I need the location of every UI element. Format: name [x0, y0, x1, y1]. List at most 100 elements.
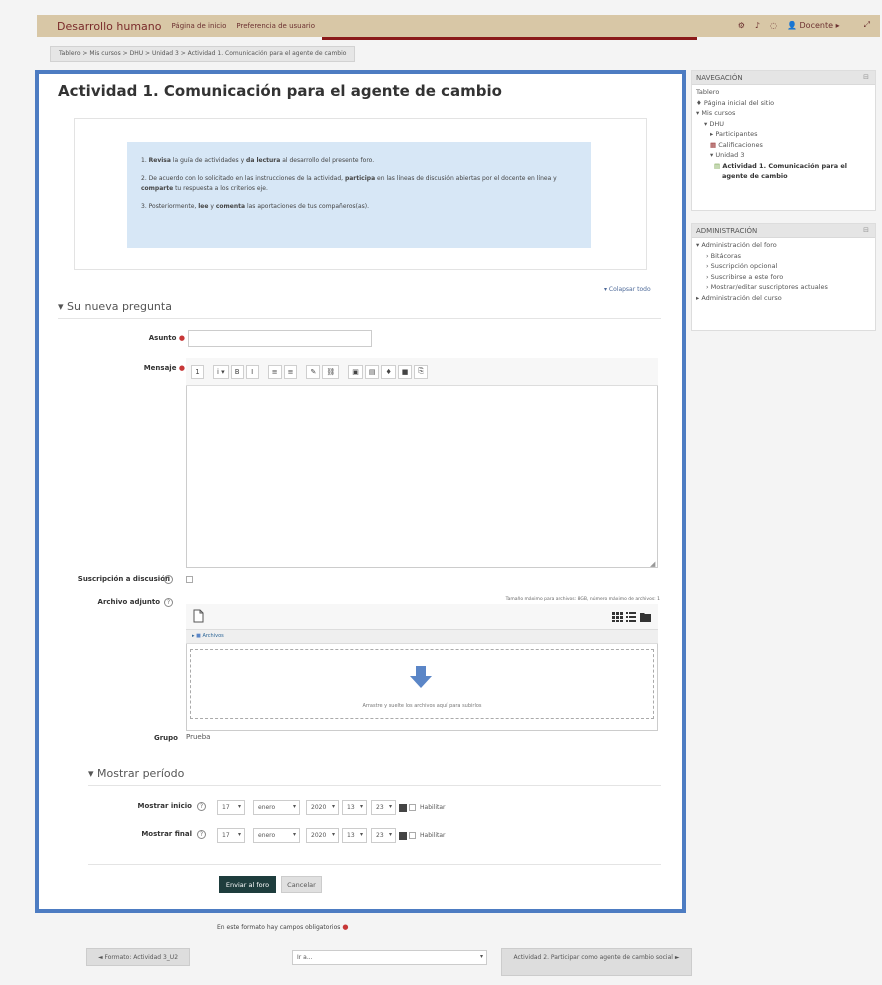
nav-current-activity[interactable]: ▤ Actividad 1. Comunicación para el agen…: [696, 161, 871, 182]
nav-my-courses[interactable]: ▾ Mis cursos: [696, 108, 871, 119]
folder-view-icon[interactable]: [640, 613, 651, 622]
start-enable-checkbox[interactable]: [409, 804, 416, 811]
admin-logs[interactable]: › Bitácoras: [696, 251, 871, 262]
start-hour-select[interactable]: 13: [342, 800, 367, 815]
group-label: Grupo: [153, 734, 178, 742]
section-period-header[interactable]: ▾ Mostrar período: [88, 767, 184, 780]
start-month-select[interactable]: enero: [253, 800, 300, 815]
divider: [88, 864, 661, 865]
chat-icon[interactable]: ◌: [770, 21, 777, 30]
record-video-button[interactable]: ■: [397, 364, 413, 379]
nav-course-dhu[interactable]: ▾ DHU: [696, 119, 871, 130]
end-minute-select[interactable]: 23: [371, 828, 396, 843]
user-menu[interactable]: 👤 Docente ▸: [787, 21, 840, 30]
admin-subscribe[interactable]: › Suscribirse a este foro: [696, 272, 871, 283]
record-audio-button[interactable]: ♦: [381, 364, 396, 379]
fullscreen-icon[interactable]: ⤢: [864, 20, 870, 30]
nav-link-home[interactable]: Página de inicio: [172, 22, 227, 30]
start-label: Mostrar inicio: [137, 802, 193, 810]
navigation-block: NAVEGACIÓN ⊟ Tablero ♦ Página inicial de…: [691, 70, 876, 211]
italic-button[interactable]: I: [245, 364, 259, 379]
breadcrumb[interactable]: Tablero > Mis cursos > DHU > Unidad 3 > …: [50, 46, 356, 62]
admin-subscribers[interactable]: › Mostrar/editar suscriptores actuales: [696, 282, 871, 293]
admin-forum[interactable]: ▾ Administración del foro: [696, 240, 871, 251]
help-icon[interactable]: ?: [164, 575, 173, 584]
start-enable-label: Habilitar: [420, 804, 446, 811]
start-year-select[interactable]: 2020: [306, 800, 339, 815]
file-picker-toolbar: [186, 604, 658, 630]
end-enable-label: Habilitar: [420, 832, 446, 839]
folder-icon: ■: [196, 633, 201, 639]
nav-grades[interactable]: ▦ Calificaciones: [696, 140, 871, 151]
instruction-1: 1. Revisa la guía de actividades y da le…: [141, 157, 375, 164]
next-activity-button[interactable]: Actividad 2. Participar como agente de c…: [501, 948, 692, 976]
file-limits-text: Tamaño máximo para archivos: 8GB, número…: [505, 597, 660, 602]
group-value: Prueba: [186, 733, 211, 741]
section-question-header[interactable]: ▾ Su nueva pregunta: [58, 300, 172, 313]
help-icon[interactable]: ?: [197, 802, 206, 811]
required-icon: ●: [342, 923, 349, 931]
grid-view-icon[interactable]: [612, 612, 623, 622]
end-hour-select[interactable]: 13: [342, 828, 367, 843]
nav-tablero[interactable]: Tablero: [696, 87, 871, 98]
media-button[interactable]: ▤: [364, 364, 380, 379]
end-year-select[interactable]: 2020: [306, 828, 339, 843]
unlink-button[interactable]: ⛓: [322, 364, 340, 379]
navbar-right: ⚙ ♪ ◌ 👤 Docente ▸ ⤢: [738, 20, 870, 30]
nav-site-home[interactable]: ♦ Página inicial del sitio: [696, 98, 871, 109]
cancel-button[interactable]: Cancelar: [281, 876, 322, 893]
gear-icon[interactable]: ⚙: [738, 21, 745, 30]
accent-line: [322, 37, 697, 40]
intro-instructions: 1. Revisa la guía de actividades y da le…: [127, 142, 591, 248]
submit-button[interactable]: Enviar al foro: [219, 876, 276, 893]
nav-link-preferences[interactable]: Preferencia de usuario: [236, 22, 315, 30]
mensaje-label: Mensaje ●: [143, 364, 185, 372]
required-icon: ●: [178, 334, 185, 342]
end-month-select[interactable]: enero: [253, 828, 300, 843]
home-icon: ♦: [696, 98, 702, 107]
file-path-breadcrumb[interactable]: ▸ ■ Archivos: [186, 630, 658, 644]
toolbar-toggle-button[interactable]: 1: [191, 364, 204, 379]
image-button[interactable]: ▣: [348, 364, 363, 379]
message-editor[interactable]: [186, 358, 658, 568]
bell-icon[interactable]: ♪: [755, 21, 760, 30]
unordered-list-button[interactable]: ≡: [267, 364, 282, 379]
administration-block-header: ADMINISTRACIÓN ⊟: [692, 224, 875, 238]
help-icon[interactable]: ?: [164, 598, 173, 607]
end-day-select[interactable]: 17: [217, 828, 245, 843]
help-icon[interactable]: ?: [197, 830, 206, 839]
paragraph-style-button[interactable]: i ▾: [213, 364, 229, 379]
nav-participants[interactable]: ▸ Participantes: [696, 129, 871, 140]
prev-activity-button[interactable]: ◄ Formato: Actividad 3_U2: [86, 948, 190, 966]
ordered-list-button[interactable]: ≡: [283, 364, 298, 379]
site-brand[interactable]: Desarrollo humano: [57, 20, 162, 33]
block-menu-icon[interactable]: ⊟: [863, 226, 869, 234]
bold-button[interactable]: B: [230, 364, 244, 379]
navigation-tree: Tablero ♦ Página inicial del sitio ▾ Mis…: [692, 85, 875, 184]
asunto-input[interactable]: [188, 330, 372, 347]
list-view-icon[interactable]: [626, 612, 636, 622]
calendar-icon[interactable]: [399, 804, 407, 812]
admin-course[interactable]: ▸ Administración del curso: [696, 293, 871, 304]
admin-optional-subscription[interactable]: › Suscripción opcional: [696, 261, 871, 272]
required-icon: ●: [178, 364, 185, 372]
subscription-checkbox[interactable]: [186, 576, 193, 583]
link-button[interactable]: ✎: [306, 364, 321, 379]
jump-to-select[interactable]: Ir a...: [292, 950, 487, 965]
block-menu-icon[interactable]: ⊟: [863, 73, 869, 81]
collapse-all-link[interactable]: ▾ Colapsar todo: [604, 286, 651, 293]
resize-handle-icon[interactable]: ◢: [650, 560, 655, 568]
end-label: Mostrar final: [141, 830, 192, 838]
end-enable-checkbox[interactable]: [409, 832, 416, 839]
manage-files-button[interactable]: ⎘: [414, 364, 428, 379]
nav-unit-3[interactable]: ▾ Unidad 3: [696, 150, 871, 161]
view-switcher: [612, 612, 651, 622]
editor-toolbar: 1 i ▾ B I ≡ ≡ ✎ ⛓ ▣ ▤ ♦ ■ ⎘: [186, 358, 658, 386]
start-day-select[interactable]: 17: [217, 800, 245, 815]
divider: [88, 785, 661, 786]
calendar-icon[interactable]: [399, 832, 407, 840]
instruction-2: 2. De acuerdo con lo solicitado en las i…: [141, 175, 557, 192]
required-note: En este formato hay campos obligatorios …: [217, 923, 349, 931]
start-minute-select[interactable]: 23: [371, 800, 396, 815]
add-file-icon[interactable]: [193, 609, 204, 623]
